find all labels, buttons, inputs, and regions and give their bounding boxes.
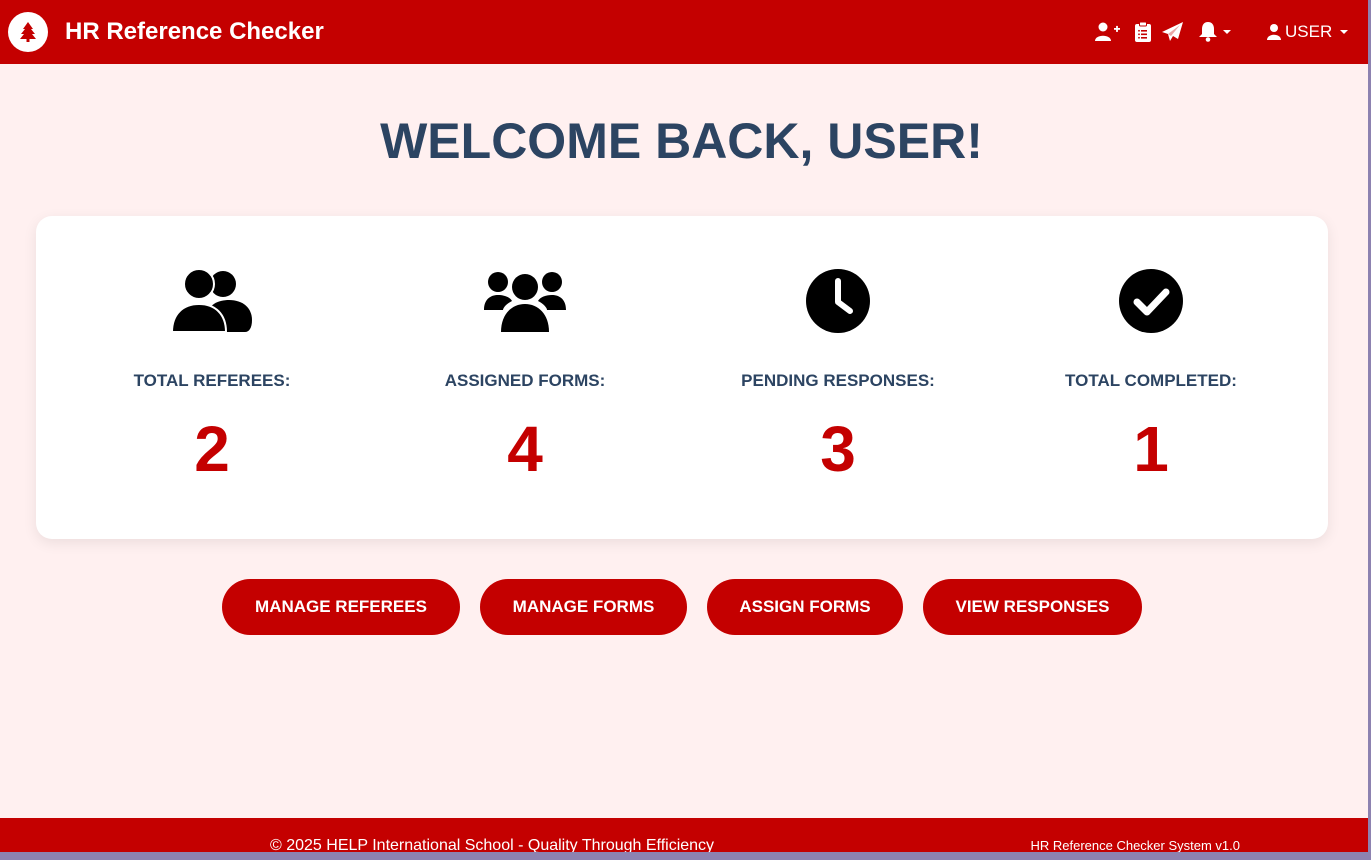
clock-icon [688, 268, 988, 338]
user-friends-icon [62, 268, 362, 338]
window-edge [0, 852, 1371, 860]
stats-card: TOTAL REFEREES: 2 ASSIGNED FORMS: 4 PEND… [36, 216, 1328, 539]
footer: © 2025 HELP International School - Quali… [0, 818, 1368, 854]
stat-label: ASSIGNED FORMS: [444, 371, 606, 390]
clipboard-icon[interactable] [1135, 22, 1151, 42]
user-icon [1267, 24, 1281, 40]
chevron-down-icon [1223, 30, 1231, 34]
view-responses-button[interactable]: VIEW RESPONSES [923, 579, 1142, 635]
stat-value: 1 [1133, 413, 1169, 485]
stat-label: TOTAL COMPLETED: [1065, 371, 1237, 390]
manage-referees-button[interactable]: MANAGE REFEREES [222, 579, 460, 635]
footer-version: HR Reference Checker System v1.0 [1030, 838, 1240, 853]
stat-label: PENDING RESPONSES: [741, 371, 935, 390]
check-circle-icon [1001, 268, 1301, 338]
assign-forms-button[interactable]: ASSIGN FORMS [707, 579, 903, 635]
user-menu-label: USER [1285, 22, 1333, 41]
notifications-dropdown[interactable] [1199, 22, 1231, 42]
stat-label: TOTAL REFEREES: [133, 371, 291, 390]
brand[interactable]: HR Reference Checker [8, 12, 324, 52]
stat-value: 2 [194, 413, 230, 485]
bell-icon [1199, 22, 1217, 42]
tree-icon [8, 12, 48, 52]
top-navbar: HR Reference Checker USER [0, 0, 1368, 64]
stat-value: 3 [820, 413, 856, 485]
chevron-down-icon [1340, 30, 1349, 34]
stat-value: 4 [507, 413, 543, 485]
welcome-heading: WELCOME BACK, USER! [380, 113, 983, 169]
paper-plane-icon[interactable] [1162, 22, 1184, 42]
manage-forms-button[interactable]: MANAGE FORMS [480, 579, 687, 635]
users-icon [375, 268, 675, 338]
app-title: HR Reference Checker [65, 18, 324, 45]
add-user-icon[interactable] [1095, 22, 1121, 42]
user-menu[interactable]: USER [1267, 22, 1349, 42]
